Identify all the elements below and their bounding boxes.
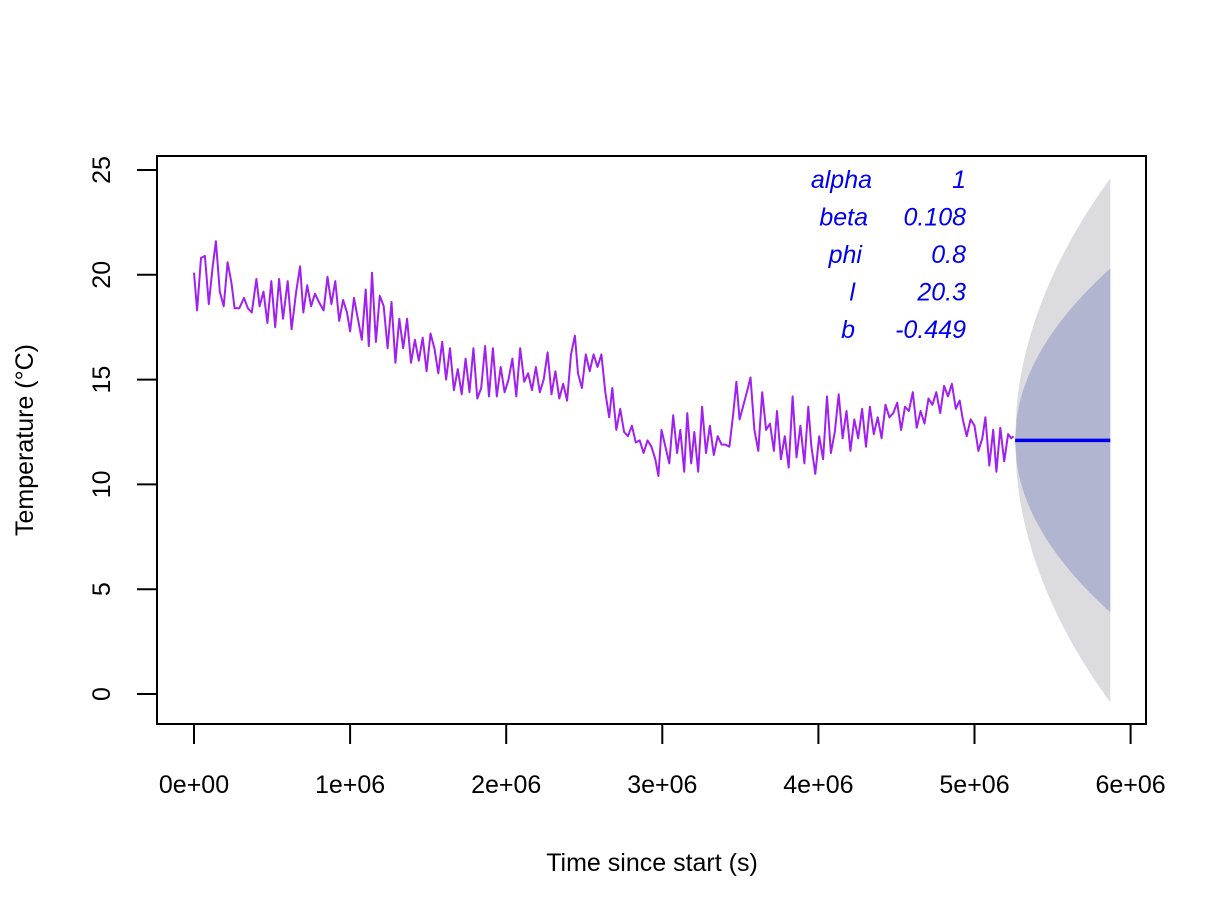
x-tick-label: 2e+06 bbox=[471, 771, 541, 799]
x-tick-label: 4e+06 bbox=[783, 771, 853, 799]
param-label: alpha bbox=[811, 166, 872, 194]
param-label: beta bbox=[819, 204, 868, 232]
param-label: b bbox=[841, 316, 855, 344]
param-label: phi bbox=[828, 241, 864, 269]
y-tick-label: 15 bbox=[88, 366, 116, 394]
y-tick-label: 5 bbox=[88, 582, 116, 596]
x-axis: 0e+00 1e+06 2e+06 3e+06 4e+06 5e+06 6e+06 bbox=[159, 723, 1166, 799]
param-value: -0.449 bbox=[895, 316, 966, 344]
param-value: 20.3 bbox=[916, 279, 966, 307]
y-tick-label: 20 bbox=[88, 261, 116, 289]
y-axis-title: Temperature (°C) bbox=[11, 344, 39, 536]
y-tick-label: 0 bbox=[88, 687, 116, 701]
param-label: l bbox=[849, 279, 856, 307]
x-tick-label: 5e+06 bbox=[939, 771, 1009, 799]
plot-frame bbox=[156, 155, 1147, 725]
param-value: 0.108 bbox=[903, 204, 966, 232]
param-value: 1 bbox=[952, 166, 966, 194]
y-axis: 0 5 10 15 20 25 bbox=[88, 156, 157, 701]
x-tick-label: 0e+00 bbox=[159, 771, 229, 799]
y-tick-label: 10 bbox=[88, 470, 116, 498]
y-tick-label: 25 bbox=[88, 156, 116, 184]
observed-series-line bbox=[193, 240, 1015, 477]
param-value: 0.8 bbox=[931, 241, 966, 269]
chart: 0e+00 1e+06 2e+06 3e+06 4e+06 5e+06 6e+06 0510… bbox=[11, 155, 1166, 877]
x-tick-label: 3e+06 bbox=[627, 771, 697, 799]
model-parameters: alpha 1 beta 0.108 phi 0.8 l 20.3 b -0.449 bbox=[811, 166, 966, 344]
x-axis-title: Time since start (s) bbox=[546, 849, 758, 877]
x-tick-label: 1e+06 bbox=[315, 771, 385, 799]
x-tick-label: 6e+06 bbox=[1095, 771, 1165, 799]
